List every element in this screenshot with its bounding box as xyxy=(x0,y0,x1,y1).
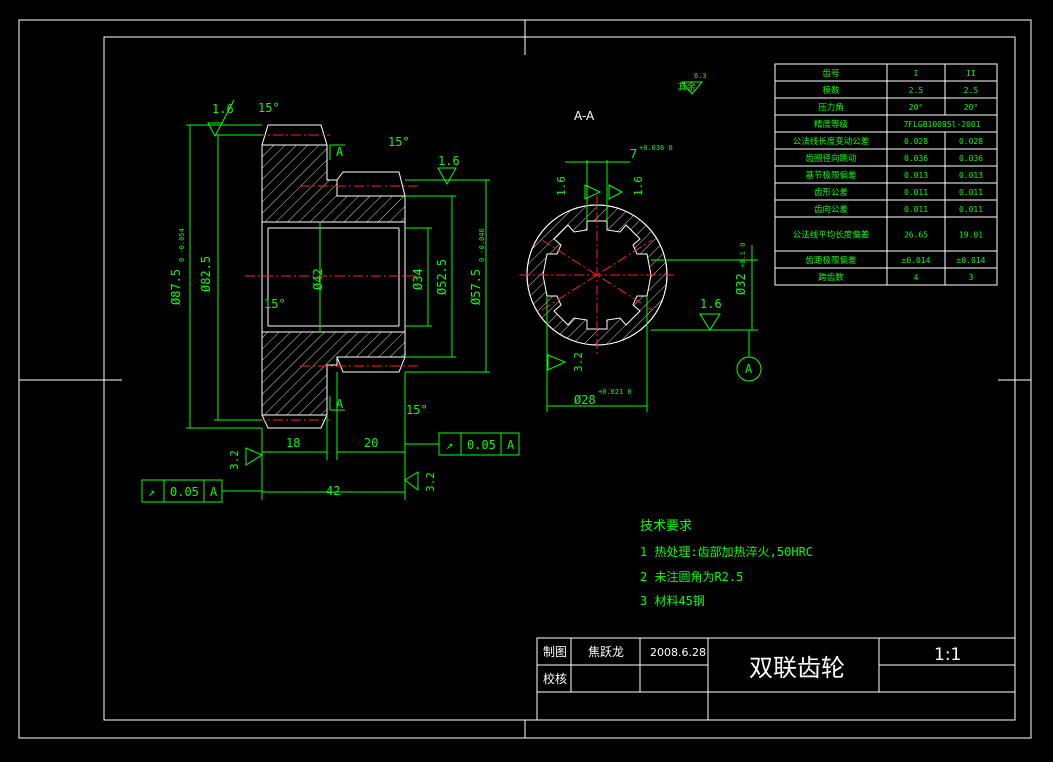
gear-table-cell: 20° xyxy=(964,103,978,112)
roughness-16-e: 1.6 xyxy=(700,297,722,311)
roughness-16-c: 1.6 xyxy=(555,176,568,196)
dim-l20: 20 xyxy=(364,436,378,450)
tol2-datum: A xyxy=(210,485,218,499)
tech-req-item-1: 1 热处理:齿部加热淬火,50HRC xyxy=(640,544,813,559)
angle-15-c: 15° xyxy=(264,297,286,311)
gear-table-cell: 0.013 xyxy=(959,171,983,180)
gear-table-cell: 2.5 xyxy=(964,86,979,95)
tol2-value: 0.05 xyxy=(170,485,199,499)
section-mark-bottom: A xyxy=(336,397,344,411)
gear-table-cell: 4 xyxy=(914,273,919,282)
dim-d87: Ø87.5 xyxy=(169,269,183,305)
roughness-16-b: 1.6 xyxy=(438,154,460,168)
gear-table-cell: 模数 xyxy=(822,85,840,96)
dim-d42: Ø42 xyxy=(311,268,325,290)
tol1-value: 0.05 xyxy=(467,438,496,452)
tol1-datum: A xyxy=(507,438,515,452)
dim-l42: 42 xyxy=(326,484,340,498)
dim-d87-tol: 0 -0.054 xyxy=(178,228,186,262)
gear-table-cell: 7FLGB10095l-2001 xyxy=(903,120,980,129)
dim-key32: Ø32 xyxy=(734,273,748,295)
view-label: A-A xyxy=(574,109,595,123)
roughness-16-a: 1.6 xyxy=(212,102,234,116)
roughness-32-a: 3.2 xyxy=(228,450,241,470)
gear-table-cell: 26.65 xyxy=(904,231,928,240)
tolerance-frame-1 xyxy=(405,432,520,456)
dim-key7-tol: +0.036 0 xyxy=(639,144,673,152)
gear-table-cell: 公法线长度变动公差 xyxy=(793,136,870,147)
dim-key7: 7 xyxy=(630,147,637,161)
gear-table-cell: 齿向公差 xyxy=(814,204,848,215)
gear-table-cell: ±0.014 xyxy=(957,256,986,265)
gear-table-cell: 公法线平均长度偏差 xyxy=(793,230,870,241)
dim-d57-tol: 0 -0.046 xyxy=(478,228,486,262)
part-name: 双联齿轮 xyxy=(749,654,845,682)
section-mark-top: A xyxy=(336,145,344,159)
section-view xyxy=(245,124,420,429)
gear-table-cell: 基节极限偏差 xyxy=(805,170,856,181)
tolerance-frame-2 xyxy=(141,479,262,503)
roughness-16-d: 1.6 xyxy=(632,176,645,196)
inner-border xyxy=(103,36,1016,721)
gear-table-cell: 0.036 xyxy=(904,154,928,163)
tech-req-title: 技术要求 xyxy=(640,519,692,534)
drawn-date: 2008.6.28 xyxy=(650,646,706,659)
gear-table-cell: 齿号 xyxy=(822,69,839,79)
angle-15-a: 15° xyxy=(258,101,280,115)
tol2-symbol: ↗ xyxy=(148,485,155,499)
gear-table-cell: 压力角 xyxy=(818,102,844,113)
gear-table-cell: 20° xyxy=(909,103,923,112)
dim-d57: Ø57.5 xyxy=(469,269,483,305)
end-view xyxy=(520,195,674,355)
gear-table-cell: 0.028 xyxy=(959,137,983,146)
gear-table-cell: 0.011 xyxy=(904,205,928,214)
gear-table-cell: 精度等级 xyxy=(814,119,849,130)
outer-border xyxy=(18,19,1032,739)
roughness-63: 6.3 xyxy=(694,72,707,80)
gear-table-cell: 3 xyxy=(969,273,974,282)
tech-req-item-2: 2 未注圆角为R2.5 xyxy=(640,569,743,584)
roughness-other-label: 其余 xyxy=(678,81,696,93)
gear-table-cell: 0.011 xyxy=(959,188,983,197)
drawn-by: 焦跃龙 xyxy=(588,645,624,659)
gear-table-cell: 齿形公差 xyxy=(814,187,848,198)
dim-d82: Ø82.5 xyxy=(199,256,213,292)
dim-key28: Ø28 xyxy=(574,393,596,407)
gear-table-cell: 0.011 xyxy=(904,188,928,197)
angle-15-d: 15° xyxy=(406,403,428,417)
gear-table-cell: ±0.014 xyxy=(902,256,931,265)
gear-table-cell: 0.013 xyxy=(904,171,928,180)
gear-table-cell: 0.036 xyxy=(959,154,983,163)
dim-key32-tol: +0.1 0 xyxy=(739,243,747,268)
gear-table-cell: 0.011 xyxy=(959,205,983,214)
tol1-symbol: ↗ xyxy=(446,438,453,452)
dim-d34: Ø34 xyxy=(411,268,425,290)
roughness-32-c: 3.2 xyxy=(572,352,585,372)
angle-15-b: 15° xyxy=(388,135,410,149)
drawn-label: 制图 xyxy=(543,645,567,659)
gear-table-cell: 19.01 xyxy=(959,231,983,240)
datum-a-label: A xyxy=(745,362,753,376)
gear-table-cell: 齿圈径向跳动 xyxy=(805,153,857,164)
drawing-canvas: 1.6 15° 15° 1.6 A A 15° 15° Ø87.5 0 -0.0… xyxy=(18,19,1032,739)
gear-table-cell: II xyxy=(966,69,976,78)
dim-d52: Ø52.5 xyxy=(435,259,449,295)
gear-table-cell: I xyxy=(914,69,919,78)
dim-l18: 18 xyxy=(286,436,300,450)
dim-key28-tol: +0.021 0 xyxy=(598,388,632,396)
scale: 1:1 xyxy=(934,645,961,665)
gear-table-cell: 2.5 xyxy=(909,86,924,95)
check-label: 校核 xyxy=(543,671,567,686)
gear-table: 齿号 I II模数 2.5 2.5压力角 20° 20°精度等级 7FLGB10095l-20… xyxy=(774,63,998,286)
gear-table-cell: 跨齿数 xyxy=(818,272,844,283)
roughness-32-b: 3.2 xyxy=(424,472,437,492)
gear-table-cell: 齿距极限偏差 xyxy=(805,255,856,266)
tech-req-item-3: 3 材料45钢 xyxy=(640,594,705,608)
gear-table-cell: 0.028 xyxy=(904,137,928,146)
